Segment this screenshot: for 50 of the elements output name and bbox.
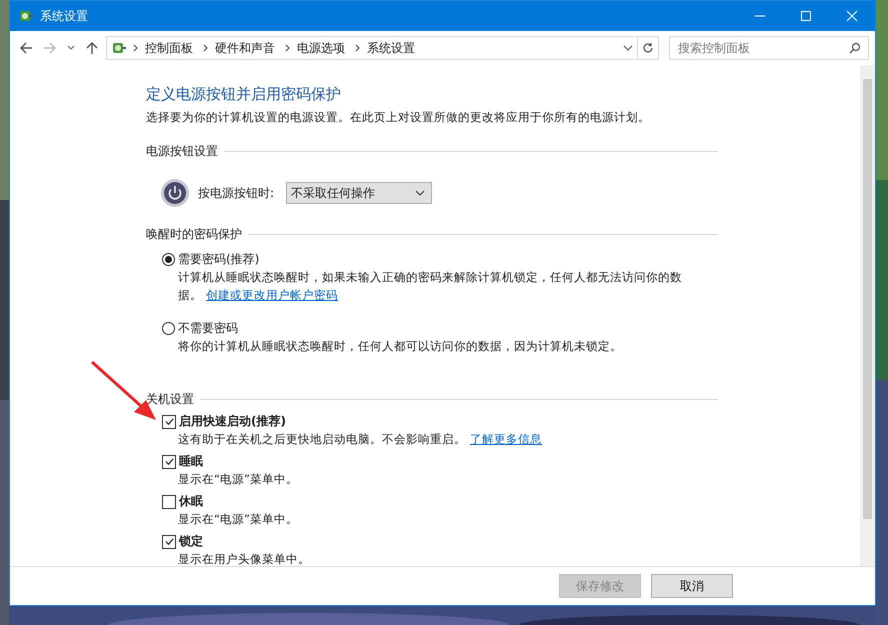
scrollbar-thumb[interactable] <box>863 79 872 519</box>
page-title: 定义电源按钮并启用密码保护 <box>146 85 342 104</box>
app-icon <box>18 8 34 24</box>
option-description: 显示在“电源”菜单中。 <box>177 471 299 488</box>
chevron-icon <box>203 44 209 52</box>
page-description: 选择要为你的计算机设置的电源设置。在此页上对设置所做的更改将应用于你所有的电源计划。 <box>146 110 651 125</box>
option-description: 计算机从睡眠状态唤醒时，如果未输入正确的密码来解除计算机锁定，任何人都无法访问你的数据。 创建或更改用户帐户密码 <box>177 269 683 304</box>
search-field[interactable]: 搜索控制面板 <box>669 36 869 60</box>
checkbox[interactable] <box>162 454 176 468</box>
option-label: 睡眠 <box>179 453 203 470</box>
dropdown-icon[interactable] <box>623 45 633 51</box>
refresh-button[interactable] <box>637 36 659 60</box>
breadcrumb-item[interactable]: 电源选项 <box>297 40 345 56</box>
option-label: 需要密码(推荐) <box>178 251 260 268</box>
search-icon[interactable] <box>849 42 861 54</box>
maximize-icon <box>801 11 811 21</box>
caret-icon <box>415 190 426 196</box>
option-label: 休眠 <box>179 493 203 510</box>
control-panel-icon <box>111 40 127 56</box>
link[interactable]: 了解更多信息 <box>470 432 542 446</box>
address-bar[interactable]: 控制面板 硬件和声音 电源选项 系统设置 <box>106 36 638 60</box>
section-heading: 唤醒时的密码保护 <box>146 226 242 243</box>
window-title: 系统设置 <box>40 8 88 24</box>
refresh-icon <box>642 42 654 54</box>
option-label: 不需要密码 <box>178 320 238 337</box>
option-label: 启用快速启动(推荐) <box>179 413 286 430</box>
breadcrumb-item[interactable]: 控制面板 <box>145 40 193 56</box>
option-description: 将你的计算机从睡眠状态唤醒时，任何人都可以访问你的数据，因为计算机未锁定。 <box>177 338 623 355</box>
chevron-icon <box>285 44 291 52</box>
option-description: 显示在“电源”菜单中。 <box>177 511 299 528</box>
option-description: 这有助于在关机之后更快地启动电脑。不会影响重启。 了解更多信息 <box>177 431 543 448</box>
action-dropdown[interactable]: 不采取任何操作 <box>286 182 432 204</box>
radio-button[interactable] <box>162 253 175 266</box>
breadcrumb-item[interactable]: 系统设置 <box>367 40 415 56</box>
checkbox[interactable] <box>162 534 176 548</box>
breadcrumb-item[interactable]: 硬件和声音 <box>215 40 275 56</box>
option-label: 锁定 <box>179 533 203 550</box>
chevron-icon <box>133 44 139 52</box>
power-button-label: 按电源按钮时: <box>198 184 274 202</box>
section-heading: 关机设置 <box>146 391 194 408</box>
power-icon <box>160 178 190 208</box>
checkbox[interactable] <box>162 414 176 428</box>
cancel-button[interactable]: 取消 <box>651 574 733 598</box>
close-icon <box>847 11 857 21</box>
option-description: 显示在用户头像菜单中。 <box>177 551 311 566</box>
link[interactable]: 创建或更改用户帐户密码 <box>206 288 338 302</box>
chevron-icon <box>355 44 361 52</box>
checkbox[interactable] <box>162 494 176 508</box>
radio-button[interactable] <box>162 322 175 335</box>
section-heading: 电源按钮设置 <box>146 143 218 160</box>
